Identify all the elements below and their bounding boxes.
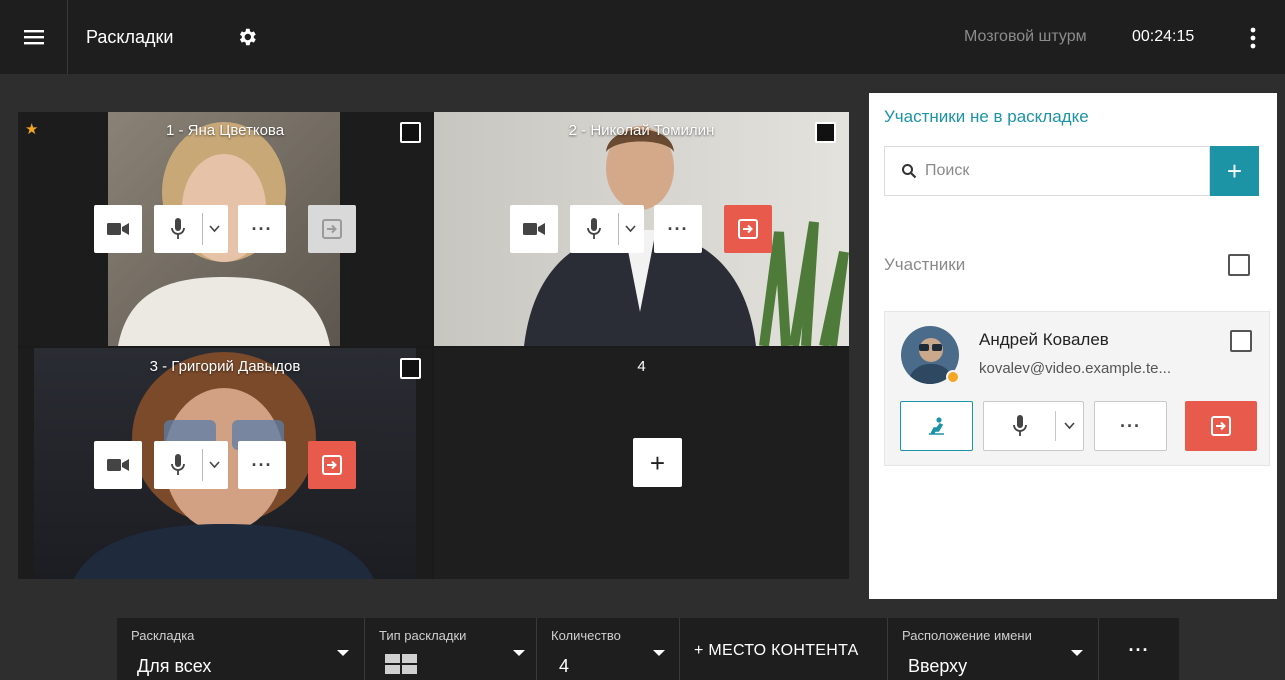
more-options-button[interactable]: ··· bbox=[1099, 618, 1179, 680]
leave-button[interactable] bbox=[308, 441, 356, 489]
add-participant-button[interactable]: + bbox=[1210, 146, 1259, 196]
conference-timer: 00:24:15 bbox=[1132, 28, 1195, 45]
camera-button[interactable] bbox=[510, 205, 558, 253]
cell-title: 4 bbox=[637, 358, 646, 375]
cell-checkbox[interactable] bbox=[815, 122, 836, 143]
layout-type-select[interactable]: Тип раскладки bbox=[365, 618, 537, 680]
page-title: Раскладки bbox=[86, 27, 174, 47]
participant-email: kovalev@video.example.te... bbox=[979, 360, 1171, 377]
menu-icon bbox=[23, 30, 44, 45]
layout-select-label: Раскладка bbox=[131, 628, 195, 643]
count-select[interactable]: Количество 4 bbox=[537, 618, 680, 680]
cell-title: 1 - Яна Цветкова bbox=[165, 122, 285, 139]
chevron-down-icon bbox=[653, 650, 665, 656]
layout-select[interactable]: Раскладка Для всех bbox=[117, 618, 365, 680]
participant-name: Андрей Ковалев bbox=[979, 330, 1109, 349]
more-button[interactable]: ··· bbox=[238, 441, 286, 489]
camera-button[interactable] bbox=[94, 441, 142, 489]
microphone-button[interactable] bbox=[154, 205, 228, 253]
microphone-button[interactable] bbox=[570, 205, 644, 253]
cell-checkbox[interactable] bbox=[400, 358, 421, 379]
leave-icon bbox=[322, 219, 342, 239]
more-icon: ··· bbox=[1120, 416, 1141, 436]
more-icon: ··· bbox=[251, 455, 273, 475]
chevron-down-icon[interactable] bbox=[1064, 422, 1075, 430]
more-button[interactable]: ··· bbox=[1094, 401, 1167, 451]
participants-section-label: Участники bbox=[884, 255, 966, 274]
participant-checkbox[interactable] bbox=[1230, 330, 1252, 352]
name-position-select[interactable]: Расположение имени Вверху bbox=[888, 618, 1099, 680]
participants-panel: Участники не в раскладке + Участники Анд… bbox=[869, 93, 1277, 599]
microphone-icon bbox=[1013, 415, 1027, 436]
content-place-label: + МЕСТО КОНТЕНТА bbox=[694, 642, 859, 659]
leave-icon bbox=[1211, 416, 1231, 436]
raise-hand-button[interactable] bbox=[900, 401, 973, 451]
bottom-toolbar: Раскладка Для всех Тип раскладки Количес… bbox=[117, 618, 1179, 680]
microphone-button[interactable] bbox=[154, 441, 228, 489]
cell-title: 3 - Григорий Давыдов bbox=[149, 358, 301, 375]
microphone-icon bbox=[587, 218, 601, 239]
more-vertical-icon[interactable] bbox=[1245, 25, 1261, 51]
name-position-value: Вверху bbox=[908, 656, 968, 676]
leave-button[interactable] bbox=[724, 205, 772, 253]
leave-icon bbox=[322, 455, 342, 475]
status-indicator bbox=[946, 370, 960, 384]
chevron-down-icon[interactable] bbox=[625, 225, 636, 233]
add-participant-to-cell-button[interactable]: + bbox=[633, 438, 682, 487]
layout-type-label: Тип раскладки bbox=[379, 628, 467, 643]
conference-name: Мозговой штурм bbox=[964, 28, 1087, 45]
count-label: Количество bbox=[551, 628, 621, 643]
search-icon bbox=[902, 164, 917, 179]
menu-button[interactable] bbox=[0, 0, 68, 74]
more-button[interactable]: ··· bbox=[654, 205, 702, 253]
layout-cell-4[interactable]: 4 + bbox=[434, 348, 849, 579]
layout-cell-3[interactable]: 3 - Григорий Давыдов ··· bbox=[18, 348, 432, 579]
chevron-down-icon bbox=[337, 650, 349, 656]
plus-icon: + bbox=[649, 447, 666, 478]
app: Раскладки Мозговой штурм 00:24:15 ★ 1 - … bbox=[0, 0, 1285, 680]
camera-icon bbox=[523, 223, 545, 235]
chevron-down-icon bbox=[1071, 650, 1083, 656]
search-box bbox=[884, 146, 1210, 196]
layout-grid: ★ 1 - Яна Цветкова ··· 2 - Николай Томил… bbox=[18, 112, 849, 579]
search-input[interactable] bbox=[925, 159, 1195, 183]
layout-cell-2[interactable]: 2 - Николай Томилин ··· bbox=[434, 112, 849, 346]
count-value: 4 bbox=[559, 656, 570, 676]
panel-title: Участники не в раскладке bbox=[884, 107, 1089, 126]
chevron-down-icon[interactable] bbox=[209, 461, 220, 469]
layout-cell-1[interactable]: ★ 1 - Яна Цветкова ··· bbox=[18, 112, 432, 346]
layout-grid-icon bbox=[385, 654, 417, 674]
plus-icon: + bbox=[1226, 156, 1243, 186]
raise-hand-icon bbox=[928, 417, 944, 435]
microphone-icon bbox=[171, 218, 185, 239]
top-bar: Раскладки Мозговой штурм 00:24:15 bbox=[0, 0, 1285, 74]
layout-select-value: Для всех bbox=[137, 656, 212, 676]
microphone-button[interactable] bbox=[983, 401, 1084, 451]
more-button[interactable]: ··· bbox=[238, 205, 286, 253]
camera-button[interactable] bbox=[94, 205, 142, 253]
cell-title: 2 - Николай Томилин bbox=[568, 122, 715, 139]
participant-card[interactable]: Андрей Ковалев kovalev@video.example.te.… bbox=[884, 311, 1270, 466]
microphone-icon bbox=[171, 454, 185, 475]
gear-icon[interactable] bbox=[236, 26, 258, 48]
leave-icon bbox=[738, 219, 758, 239]
chevron-down-icon bbox=[513, 650, 525, 656]
add-to-layout-button[interactable] bbox=[1185, 401, 1257, 451]
more-icon: ··· bbox=[1128, 640, 1150, 660]
content-place-button[interactable]: + МЕСТО КОНТЕНТА bbox=[680, 618, 888, 680]
select-all-checkbox[interactable] bbox=[1228, 254, 1250, 276]
name-position-label: Расположение имени bbox=[902, 628, 1032, 643]
camera-icon bbox=[107, 459, 129, 471]
more-icon: ··· bbox=[251, 219, 273, 239]
cell-checkbox[interactable] bbox=[400, 122, 421, 143]
chevron-down-icon[interactable] bbox=[209, 225, 220, 233]
leave-button[interactable] bbox=[308, 205, 356, 253]
more-icon: ··· bbox=[667, 219, 689, 239]
camera-icon bbox=[107, 223, 129, 235]
